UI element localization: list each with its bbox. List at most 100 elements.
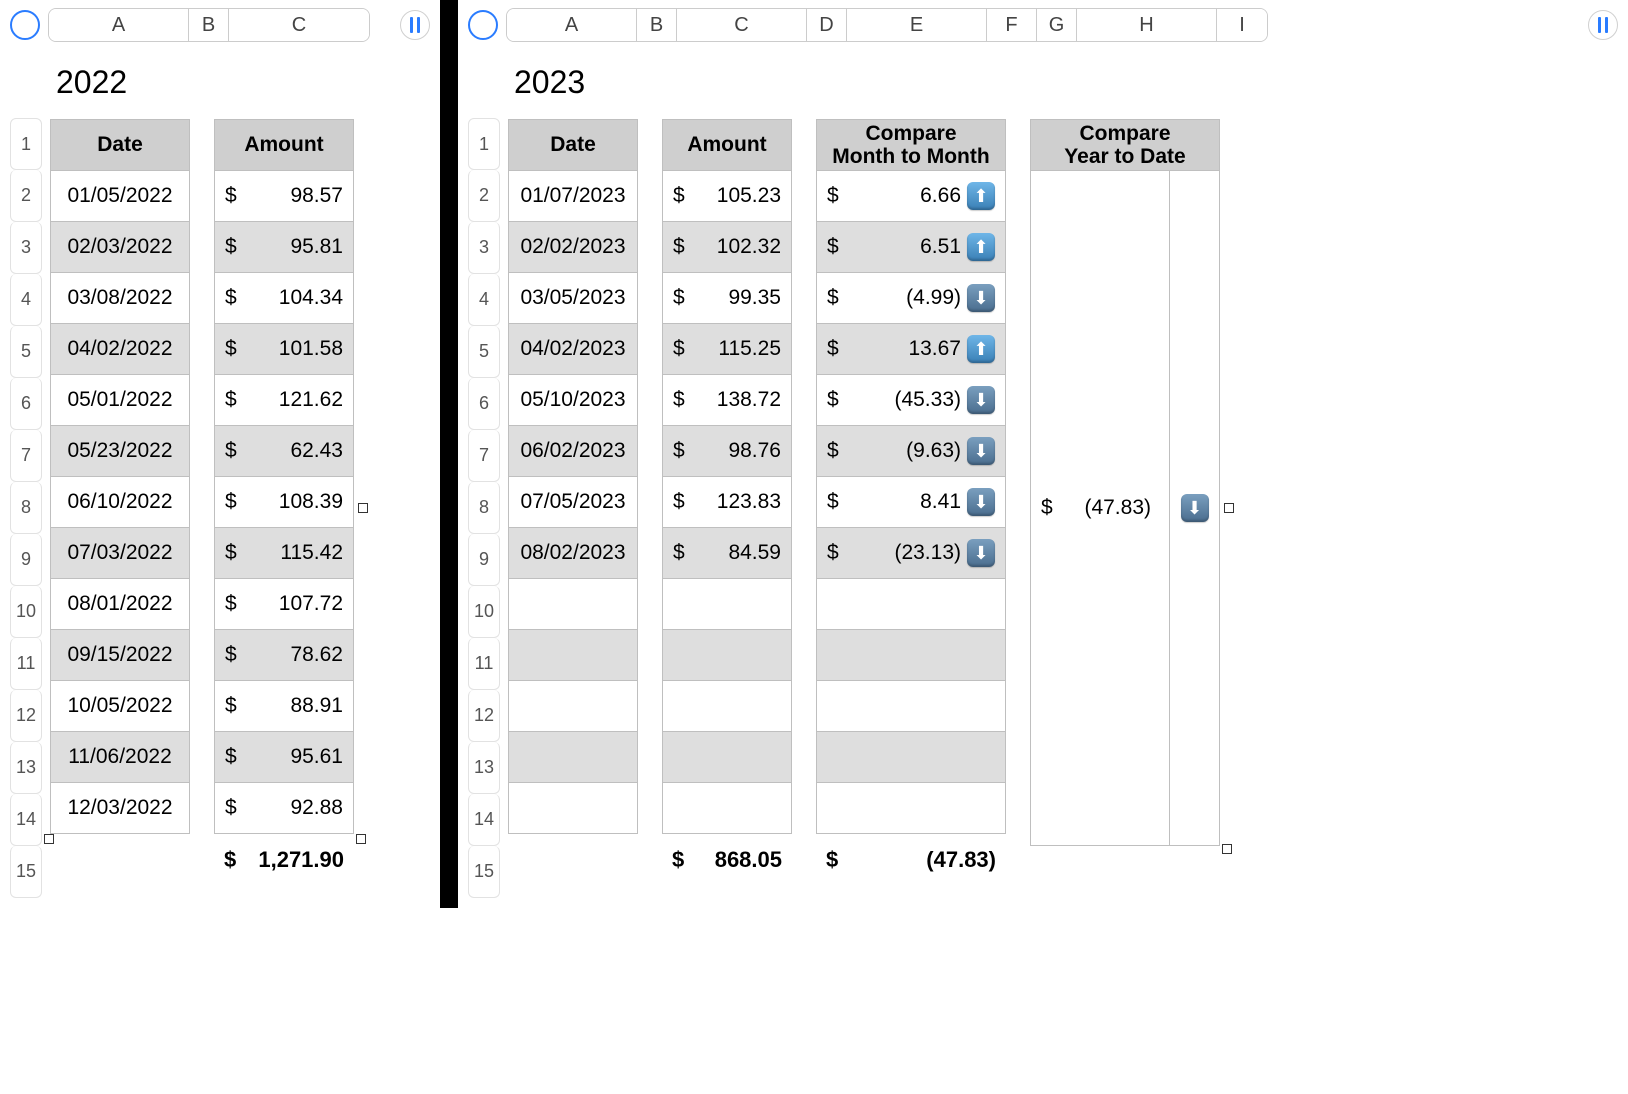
date-cell[interactable]: 05/01/2022 <box>50 374 190 426</box>
ytd-value-cell[interactable]: $(47.83)⬇ <box>1030 171 1220 846</box>
selection-handle-icon[interactable] <box>1224 503 1234 513</box>
amount-cell[interactable]: $107.72 <box>214 578 354 630</box>
amount-cell[interactable]: $92.88 <box>214 782 354 834</box>
col-header-B[interactable]: B <box>189 9 229 41</box>
amount-cell-empty[interactable] <box>662 782 792 834</box>
row-number[interactable]: 2 <box>10 170 42 222</box>
amount-cell[interactable]: $62.43 <box>214 425 354 477</box>
amount-cell[interactable]: $99.35 <box>662 272 792 324</box>
compare-cell[interactable]: $6.66⬆ <box>816 170 1006 222</box>
date-cell[interactable]: 07/03/2022 <box>50 527 190 579</box>
date-cell[interactable]: 04/02/2023 <box>508 323 638 375</box>
col-header-A[interactable]: A <box>49 9 189 41</box>
date-cell[interactable]: 12/03/2022 <box>50 782 190 834</box>
col-header-A[interactable]: A <box>507 9 637 41</box>
date-cell[interactable]: 10/05/2022 <box>50 680 190 732</box>
row-number[interactable]: 1 <box>468 118 500 170</box>
compare-cell-empty[interactable] <box>816 578 1006 630</box>
amount-cell[interactable]: $95.61 <box>214 731 354 783</box>
compare-total[interactable]: $(47.83) <box>816 834 1006 886</box>
row-number[interactable]: 3 <box>10 222 42 274</box>
amount-cell-empty[interactable] <box>662 680 792 732</box>
row-number[interactable]: 4 <box>468 274 500 326</box>
amount-cell[interactable]: $102.32 <box>662 221 792 273</box>
amount-header[interactable]: Amount <box>662 119 792 171</box>
row-number[interactable]: 4 <box>10 274 42 326</box>
row-number[interactable]: 15 <box>10 846 42 898</box>
amount-cell[interactable]: $95.81 <box>214 221 354 273</box>
row-number[interactable]: 11 <box>10 638 42 690</box>
col-header-F[interactable]: F <box>987 9 1037 41</box>
date-cell-empty[interactable] <box>508 578 638 630</box>
date-cell[interactable]: 03/08/2022 <box>50 272 190 324</box>
amount-cell[interactable]: $78.62 <box>214 629 354 681</box>
date-cell[interactable]: 09/15/2022 <box>50 629 190 681</box>
resize-handle-icon[interactable] <box>1222 844 1232 854</box>
col-header-H[interactable]: H <box>1077 9 1217 41</box>
compare-cell[interactable]: $6.51⬆ <box>816 221 1006 273</box>
amount-cell[interactable]: $98.76 <box>662 425 792 477</box>
date-cell[interactable]: 06/10/2022 <box>50 476 190 528</box>
date-cell[interactable]: 08/01/2022 <box>50 578 190 630</box>
columns-handle-icon[interactable] <box>400 10 430 40</box>
compare-cell-empty[interactable] <box>816 782 1006 834</box>
date-cell[interactable]: 05/10/2023 <box>508 374 638 426</box>
date-cell[interactable]: 05/23/2022 <box>50 425 190 477</box>
resize-handle-icon[interactable] <box>44 834 54 844</box>
row-number[interactable]: 14 <box>468 794 500 846</box>
date-cell-empty[interactable] <box>508 782 638 834</box>
date-cell-empty[interactable] <box>508 731 638 783</box>
row-number[interactable]: 5 <box>10 326 42 378</box>
row-number[interactable]: 9 <box>468 534 500 586</box>
col-header-C[interactable]: C <box>677 9 807 41</box>
row-number[interactable]: 10 <box>10 586 42 638</box>
col-header-E[interactable]: E <box>847 9 987 41</box>
compare-header[interactable]: CompareMonth to Month <box>816 119 1006 171</box>
row-number[interactable]: 9 <box>10 534 42 586</box>
row-number[interactable]: 14 <box>10 794 42 846</box>
row-number[interactable]: 7 <box>468 430 500 482</box>
date-cell-empty[interactable] <box>508 629 638 681</box>
date-cell[interactable]: 02/03/2022 <box>50 221 190 273</box>
row-number[interactable]: 6 <box>468 378 500 430</box>
amount-cell[interactable]: $138.72 <box>662 374 792 426</box>
col-header-D[interactable]: D <box>807 9 847 41</box>
table-handle-circle-icon[interactable] <box>10 10 40 40</box>
col-header-G[interactable]: G <box>1037 9 1077 41</box>
date-cell[interactable]: 04/02/2022 <box>50 323 190 375</box>
amount-cell[interactable]: $84.59 <box>662 527 792 579</box>
amount-cell[interactable]: $115.25 <box>662 323 792 375</box>
compare-cell[interactable]: $(23.13)⬇ <box>816 527 1006 579</box>
row-number[interactable]: 8 <box>10 482 42 534</box>
row-number[interactable]: 6 <box>10 378 42 430</box>
compare-cell[interactable]: $(4.99)⬇ <box>816 272 1006 324</box>
columns-handle-icon[interactable] <box>1588 10 1618 40</box>
amount-total[interactable]: $1,271.90 <box>214 834 354 886</box>
col-header-C[interactable]: C <box>229 9 369 41</box>
compare-cell[interactable]: $8.41⬇ <box>816 476 1006 528</box>
col-header-B[interactable]: B <box>637 9 677 41</box>
row-number[interactable]: 1 <box>10 118 42 170</box>
amount-cell[interactable]: $98.57 <box>214 170 354 222</box>
amount-total[interactable]: $868.05 <box>662 834 792 886</box>
row-number[interactable]: 8 <box>468 482 500 534</box>
row-number[interactable]: 7 <box>10 430 42 482</box>
compare-cell[interactable]: $(45.33)⬇ <box>816 374 1006 426</box>
date-cell[interactable]: 11/06/2022 <box>50 731 190 783</box>
row-number[interactable]: 10 <box>468 586 500 638</box>
amount-cell[interactable]: $105.23 <box>662 170 792 222</box>
amount-cell[interactable]: $123.83 <box>662 476 792 528</box>
date-cell-empty[interactable] <box>508 680 638 732</box>
row-number[interactable]: 13 <box>10 742 42 794</box>
row-number[interactable]: 13 <box>468 742 500 794</box>
row-number[interactable]: 15 <box>468 846 500 898</box>
amount-cell[interactable]: $121.62 <box>214 374 354 426</box>
table-handle-circle-icon[interactable] <box>468 10 498 40</box>
amount-cell[interactable]: $108.39 <box>214 476 354 528</box>
row-number[interactable]: 12 <box>468 690 500 742</box>
date-header[interactable]: Date <box>508 119 638 171</box>
compare-cell-empty[interactable] <box>816 680 1006 732</box>
date-cell[interactable]: 03/05/2023 <box>508 272 638 324</box>
compare-cell[interactable]: $(9.63)⬇ <box>816 425 1006 477</box>
column-headers-left[interactable]: A B C <box>48 8 370 42</box>
